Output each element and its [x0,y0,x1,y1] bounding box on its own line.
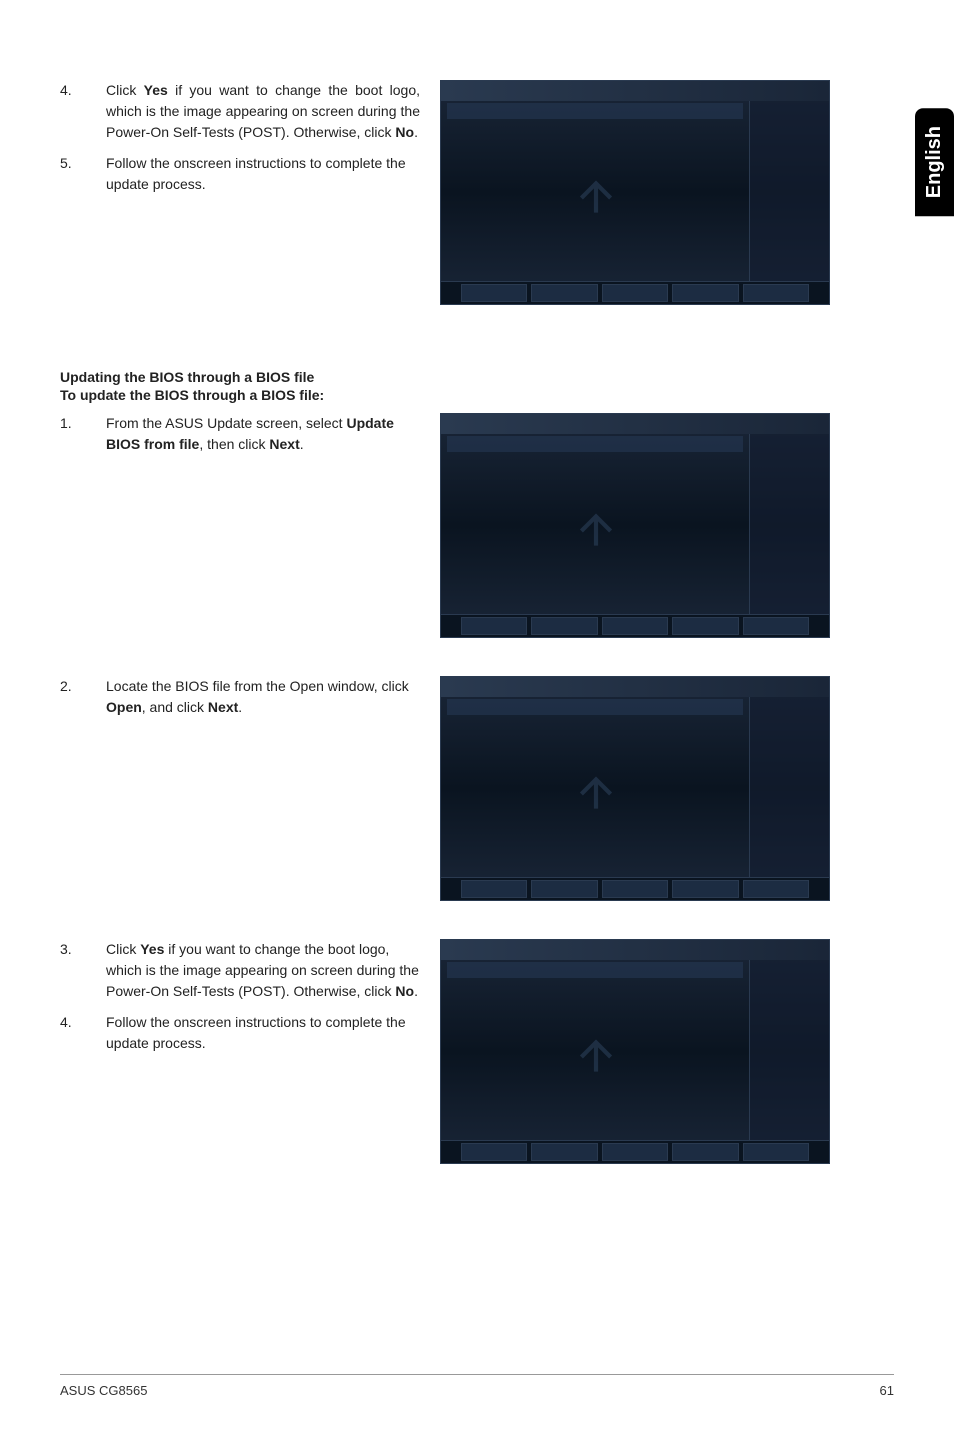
screenshot-3 [440,676,830,901]
step-number: 5. [60,153,78,195]
footer-page-number: 61 [880,1383,894,1398]
step-5: 5. Follow the onscreen instructions to c… [60,153,420,195]
step-3: 3. Click Yes if you want to change the b… [60,939,420,1002]
step-text: From the ASUS Update screen, select Upda… [106,413,420,455]
step-4b: 4. Follow the onscreen instructions to c… [60,1012,420,1054]
bold-text: Yes [140,941,164,957]
section2-left2: 2. Locate the BIOS file from the Open wi… [60,676,420,728]
text-part: Click [106,82,144,98]
step-number: 4. [60,1012,78,1054]
up-arrow-icon [571,173,621,223]
bold-text: Next [269,436,299,452]
screenshot-toolbar [461,617,809,635]
screenshot-header [447,103,743,119]
screenshot-toolbar [461,1143,809,1161]
section2-right3 [440,939,894,1182]
page-footer: ASUS CG8565 61 [60,1374,894,1398]
section2-heading: Updating the BIOS through a BIOS file [60,369,894,385]
screenshot-4 [440,939,830,1164]
text-part: Locate the BIOS file from the Open windo… [106,678,409,694]
screenshot-sidebar [749,697,829,878]
step-number: 3. [60,939,78,1002]
section2-row1: 1. From the ASUS Update screen, select U… [60,413,894,656]
text-part: From the ASUS Update screen, select [106,415,346,431]
section2-row2: 2. Locate the BIOS file from the Open wi… [60,676,894,919]
section2-row3: 3. Click Yes if you want to change the b… [60,939,894,1182]
step-4: 4. Click Yes if you want to change the b… [60,80,420,143]
screenshot-sidebar [749,434,829,615]
text-part: , and click [142,699,208,715]
bold-text: No [395,983,414,999]
step-text: Locate the BIOS file from the Open windo… [106,676,420,718]
section1-row: 4. Click Yes if you want to change the b… [60,80,894,323]
up-arrow-icon [571,506,621,556]
text-part: . [238,699,242,715]
step-number: 4. [60,80,78,143]
screenshot-header [447,699,743,715]
text-part: . [414,983,418,999]
screenshot-toolbar [461,284,809,302]
screenshot-2 [440,413,830,638]
section1-right [440,80,894,323]
step-text: Click Yes if you want to change the boot… [106,80,420,143]
bold-text: Next [208,699,238,715]
section2-subheading: To update the BIOS through a BIOS file: [60,387,894,403]
bold-text: No [395,124,414,140]
up-arrow-icon [571,769,621,819]
step-number: 1. [60,413,78,455]
bold-text: Open [106,699,142,715]
text-part: . [414,124,418,140]
section2-heading-block: Updating the BIOS through a BIOS file To… [60,369,894,413]
up-arrow-icon [571,1032,621,1082]
step-2: 2. Locate the BIOS file from the Open wi… [60,676,420,718]
text-part: Click [106,941,140,957]
step-number: 2. [60,676,78,718]
section2-left3: 3. Click Yes if you want to change the b… [60,939,420,1064]
screenshot-header [447,436,743,452]
section2-right2 [440,676,894,919]
section2-right1 [440,413,894,656]
step-text: Follow the onscreen instructions to comp… [106,1012,420,1054]
screenshot-sidebar [749,960,829,1141]
section1-left: 4. Click Yes if you want to change the b… [60,80,420,205]
screenshot-1 [440,80,830,305]
screenshot-toolbar [461,880,809,898]
screenshot-sidebar [749,101,829,282]
step-text: Follow the onscreen instructions to comp… [106,153,420,195]
page-content: 4. Click Yes if you want to change the b… [60,80,894,1398]
footer-left: ASUS CG8565 [60,1383,147,1398]
text-part: , then click [199,436,269,452]
step-1: 1. From the ASUS Update screen, select U… [60,413,420,455]
section2-left1: 1. From the ASUS Update screen, select U… [60,413,420,465]
step-text: Click Yes if you want to change the boot… [106,939,420,1002]
screenshot-header [447,962,743,978]
bold-text: Yes [144,82,168,98]
text-part: . [300,436,304,452]
language-tab: English [915,108,954,216]
